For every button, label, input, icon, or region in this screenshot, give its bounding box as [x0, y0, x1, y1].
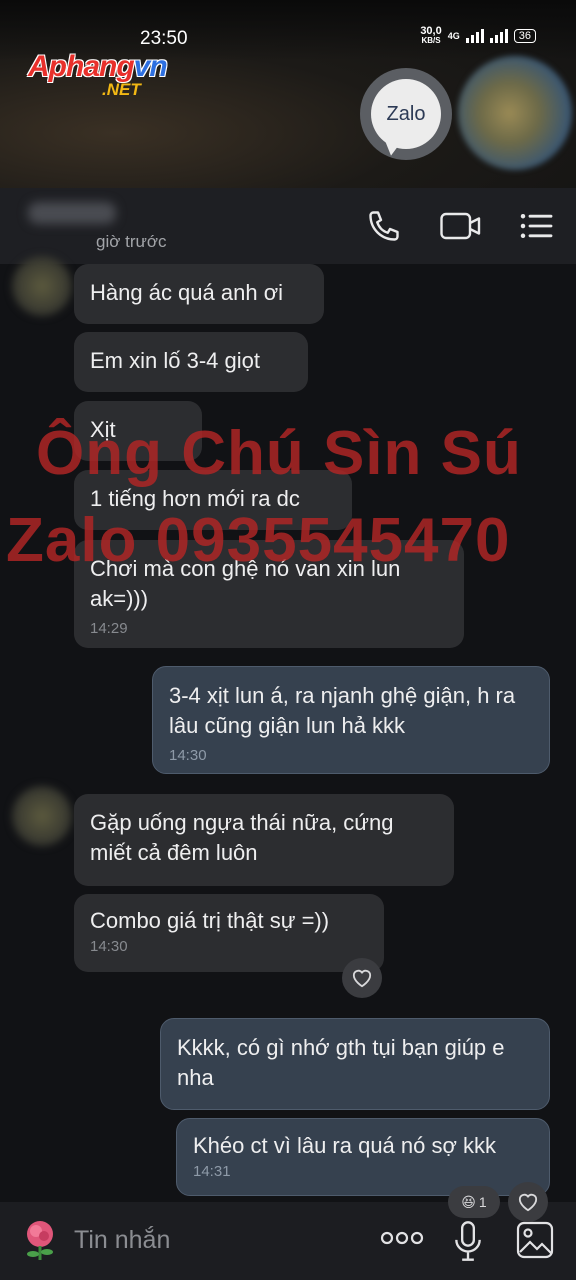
message-bubble-incoming[interactable]: Gặp uống ngựa thái nữa, cứng miết cả đêm… — [74, 794, 454, 886]
status-time: 23:50 — [140, 28, 188, 49]
message-bubble-outgoing[interactable]: 3-4 xịt lun á, ra njanh ghệ giận, h ra l… — [152, 666, 550, 774]
message-text: 3-4 xịt lun á, ra njanh ghệ giận, h ra l… — [169, 683, 516, 738]
message-time: 14:31 — [193, 1163, 231, 1180]
message-text: Chơi mà con ghệ nó van xin lun ak=))) — [90, 556, 401, 611]
more-options-icon[interactable] — [380, 1230, 424, 1251]
battery-icon: 36 — [513, 29, 536, 43]
heart-reaction-button[interactable] — [342, 958, 382, 998]
contact-avatar[interactable] — [12, 256, 72, 316]
message-text: 1 tiếng hơn mới ra dc — [90, 486, 300, 511]
image-gallery-icon[interactable] — [515, 1220, 555, 1265]
signal-type: 4G — [447, 31, 460, 41]
message-bubble-incoming[interactable]: Hàng ác quá anh ơi — [74, 264, 324, 324]
message-text: Em xin lố 3-4 giọt — [90, 348, 260, 373]
zalo-chat-head-button[interactable]: Zalo — [360, 68, 452, 160]
status-icons: 30,0 KB/S 4G 36 — [420, 26, 536, 46]
signal-icon — [465, 29, 484, 43]
message-text: Combo giá trị thật sự =)) — [90, 908, 330, 933]
logo-main-text: Aphangvn — [28, 50, 168, 83]
contact-avatar[interactable] — [12, 786, 72, 846]
call-icon[interactable] — [366, 208, 402, 244]
menu-list-icon[interactable] — [520, 212, 554, 240]
message-text: Gặp uống ngựa thái nữa, cứng miết cả đêm… — [90, 810, 394, 865]
laugh-reaction-icon: 😆 — [461, 1193, 476, 1210]
video-call-icon[interactable] — [440, 210, 482, 242]
contact-chat-head-avatar[interactable] — [458, 56, 572, 170]
message-bubble-incoming[interactable]: Em xin lố 3-4 giọt — [74, 332, 308, 392]
heart-reaction-button[interactable] — [508, 1182, 548, 1222]
sticker-icon[interactable] — [20, 1218, 60, 1267]
message-text: Xịt — [90, 417, 116, 442]
message-time: 14:30 — [90, 938, 128, 955]
message-bubble-incoming[interactable]: 1 tiếng hơn mới ra dc — [74, 470, 352, 530]
reaction-count-badge[interactable]: 😆 1 — [448, 1186, 500, 1218]
message-bubble-incoming[interactable]: Combo giá trị thật sự =)) 14:30 — [74, 894, 384, 972]
message-text: Hàng ác quá anh ơi — [90, 280, 284, 305]
message-text: Khéo ct vì lâu ra quá nó sợ kkk — [193, 1133, 497, 1158]
zalo-icon: Zalo — [371, 79, 441, 149]
message-bubble-outgoing[interactable]: Khéo ct vì lâu ra quá nó sợ kkk 14:31 — [176, 1118, 550, 1196]
signal-icon-2 — [489, 29, 508, 43]
message-time: 14:30 — [169, 747, 207, 764]
message-bubble-incoming[interactable]: Xịt — [74, 401, 202, 461]
microphone-icon[interactable] — [454, 1220, 482, 1267]
chat-header: giờ trước — [0, 188, 576, 264]
logo-sub-text: .NET — [102, 80, 141, 99]
network-speed: 30,0 KB/S — [420, 25, 442, 46]
message-input[interactable]: Tin nhắn — [74, 1226, 170, 1255]
last-seen-text: giờ trước — [96, 232, 167, 251]
message-bubble-outgoing[interactable]: Kkkk, có gì nhớ gth tụi bạn giúp e nha — [160, 1018, 550, 1110]
message-bubble-incoming[interactable]: Chơi mà con ghệ nó van xin lun ak=))) 14… — [74, 540, 464, 648]
site-logo: Aphangvn .NET — [28, 50, 168, 99]
contact-name-blurred[interactable] — [28, 202, 116, 224]
message-text: Kkkk, có gì nhớ gth tụi bạn giúp e nha — [177, 1035, 505, 1090]
message-time: 14:29 — [90, 620, 128, 637]
